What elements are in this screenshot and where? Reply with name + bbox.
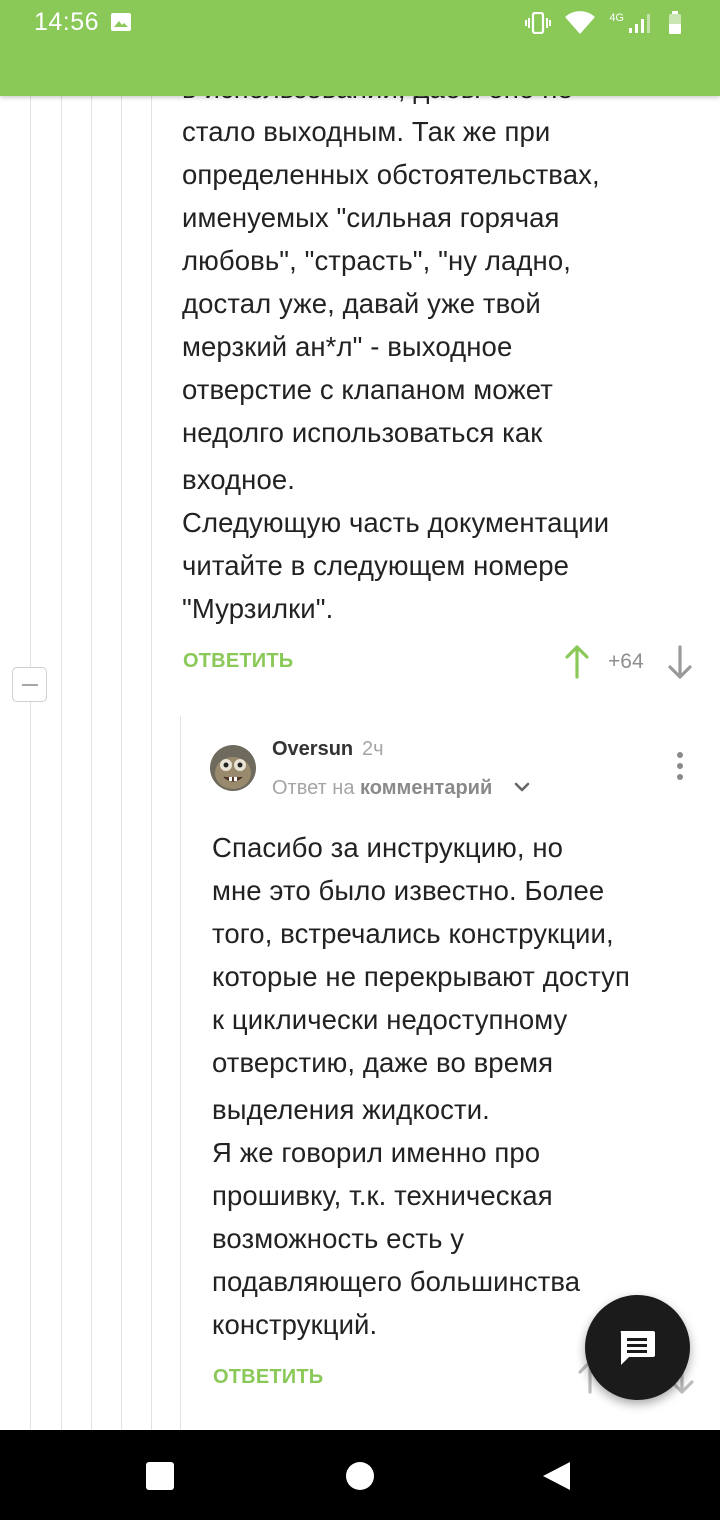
vibrate-icon xyxy=(525,12,552,34)
comment-line: "Мурзилки". xyxy=(182,593,334,624)
chat-icon xyxy=(620,1331,655,1365)
more-options-icon[interactable] xyxy=(676,752,684,782)
comment-line: отверстию, даже во время xyxy=(212,1047,554,1078)
avatar[interactable] xyxy=(210,745,256,791)
comment-line: достал уже, давай уже твой xyxy=(182,288,541,319)
comment-time: 2ч xyxy=(362,738,384,760)
back-button[interactable] xyxy=(540,1460,572,1492)
thread-line xyxy=(180,716,181,1430)
status-icons: 4G xyxy=(525,10,682,36)
wifi-icon xyxy=(565,11,596,34)
downvote-arrow-icon[interactable] xyxy=(668,645,692,679)
recent-apps-button[interactable] xyxy=(146,1462,174,1490)
thread-line xyxy=(151,96,152,1430)
comment-line: Следующую часть документации xyxy=(182,507,610,538)
reply-to-link[interactable]: комментарий xyxy=(360,777,492,799)
comment-line: Я же говорил именно про xyxy=(212,1137,541,1168)
system-navigation-bar xyxy=(0,1430,720,1520)
upvote-arrow-icon[interactable] xyxy=(565,645,589,679)
comment-line: отверстие с клапаном может xyxy=(182,374,553,405)
comment-rating: +64 xyxy=(608,650,644,673)
reply-to-prefix: Ответ на xyxy=(272,777,355,799)
comment-line: конструкций. xyxy=(212,1309,378,1340)
comment-line: к циклически недоступному xyxy=(212,1004,568,1035)
image-icon xyxy=(111,13,131,31)
comment-line: читайте в следующем номере xyxy=(182,550,570,581)
minus-icon xyxy=(22,684,38,686)
comment-line: именуемых "сильная горячая xyxy=(182,202,560,233)
comment-line: Спасибо за инструкцию, но xyxy=(212,832,564,863)
comment-line: входное. xyxy=(182,464,296,495)
signal-icon xyxy=(629,14,650,33)
comment-line: мне это было известно. Более xyxy=(212,875,605,906)
collapse-thread-button[interactable] xyxy=(12,667,47,702)
reply-to-label: Ответ на комментарий xyxy=(272,777,492,800)
status-time: 14:56 xyxy=(34,8,100,36)
comment-line: стало выходным. Так же при xyxy=(182,116,551,147)
comment-line: недолго использоваться как xyxy=(182,417,543,448)
thread-line xyxy=(91,96,92,1430)
comment-line: которые не перекрывают доступ xyxy=(212,961,630,992)
comment-line: выделения жидкости. xyxy=(212,1094,490,1125)
comment-line: подавляющего большинства xyxy=(212,1266,581,1297)
comment-line: того, встречались конструкции, xyxy=(212,918,614,949)
home-button[interactable] xyxy=(346,1462,374,1490)
comment-author[interactable]: Oversun xyxy=(272,738,353,761)
thread-line xyxy=(61,96,62,1430)
comment-body: Спасибо за инструкцию, но мне это было и… xyxy=(212,826,630,1346)
comment-line: любовь", "страсть", "ну ладно, xyxy=(182,245,571,276)
network-type: 4G xyxy=(609,12,624,24)
comment-line: возможность есть у xyxy=(212,1223,465,1254)
chevron-down-icon[interactable] xyxy=(514,782,530,794)
comment-line: прошивку, т.к. техническая xyxy=(212,1180,553,1211)
app-header: 14:56 4G xyxy=(0,0,720,96)
comment-line: мерзкий ан*л" - выходное xyxy=(182,331,513,362)
comment-line: определенных обстоятельствах, xyxy=(182,159,600,190)
comments-fab-button[interactable] xyxy=(585,1295,690,1400)
battery-icon xyxy=(669,11,681,34)
reply-button[interactable]: ОТВЕТИТЬ xyxy=(213,1366,323,1389)
comment-body: в использовании, дабы оно не стало выход… xyxy=(182,67,609,630)
avatar-image xyxy=(210,745,256,791)
thread-line xyxy=(30,96,31,1430)
thread-line xyxy=(121,96,122,1430)
reply-button[interactable]: ОТВЕТИТЬ xyxy=(183,650,293,673)
